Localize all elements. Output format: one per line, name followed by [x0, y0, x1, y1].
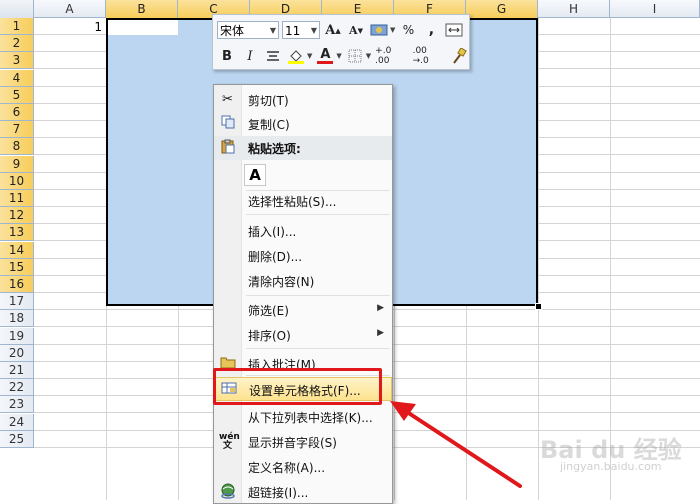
watermark-url: jingyan.baidu.com [560, 460, 662, 473]
annotation-arrow [390, 401, 522, 488]
